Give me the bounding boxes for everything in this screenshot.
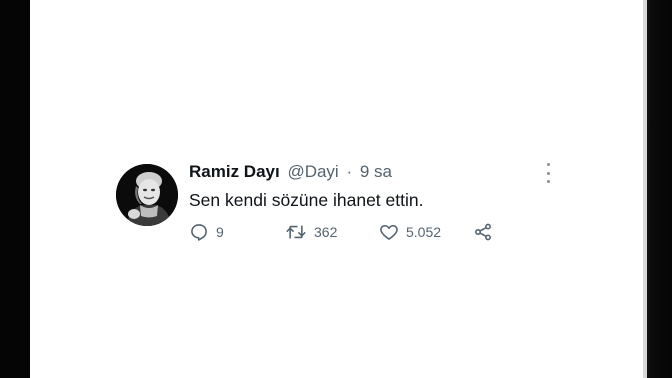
reply-icon [191, 224, 207, 241]
avatar-photo [116, 164, 178, 226]
tweet-actions: 9 362 5.052 [189, 220, 509, 244]
share-icon [475, 223, 491, 241]
tweet-card[interactable]: Ramiz Dayı @Dayi · 9 sa Sen kendi sözüne… [116, 160, 566, 250]
tweet-header: Ramiz Dayı @Dayi · 9 sa [189, 161, 392, 183]
retweet-button[interactable]: 362 [285, 220, 337, 244]
avatar[interactable] [116, 164, 178, 226]
screen: Ramiz Dayı @Dayi · 9 sa Sen kendi sözüne… [30, 0, 643, 378]
reply-button[interactable]: 9 [189, 220, 224, 244]
right-black-border [643, 0, 672, 378]
share-button[interactable] [473, 220, 493, 244]
like-count: 5.052 [406, 224, 442, 240]
tweet-timestamp[interactable]: 9 sa [360, 162, 392, 181]
more-options-icon[interactable] [542, 163, 554, 183]
author-name[interactable]: Ramiz Dayı [189, 162, 280, 181]
reply-count: 9 [216, 224, 224, 240]
heart-icon [380, 224, 398, 240]
like-button[interactable]: 5.052 [379, 220, 441, 244]
author-handle[interactable]: @Dayi [287, 162, 338, 181]
tweet-text: Sen kendi sözüne ihanet ettin. [189, 190, 424, 210]
left-black-border [0, 0, 30, 378]
separator-dot: · [346, 162, 353, 181]
retweet-icon [286, 225, 306, 239]
retweet-count: 362 [314, 224, 338, 240]
